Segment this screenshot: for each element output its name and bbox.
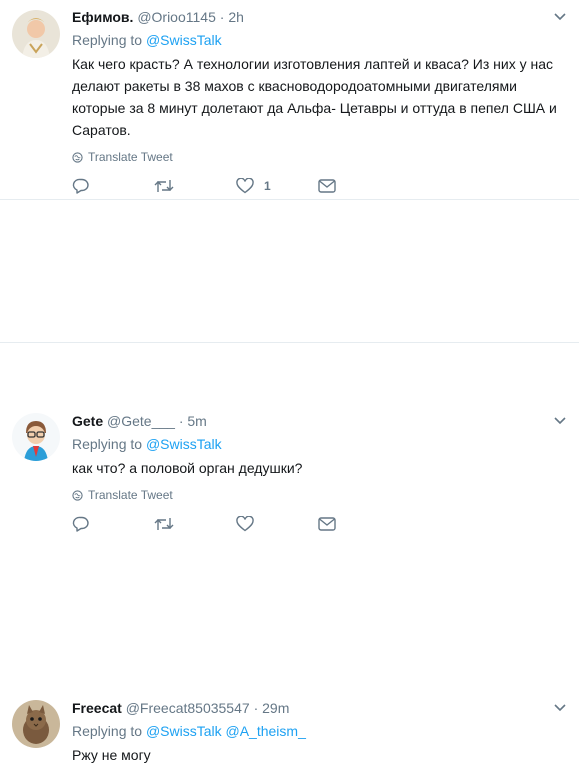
retweet-button[interactable] xyxy=(154,516,236,532)
reply-button[interactable] xyxy=(72,516,154,532)
reply-button[interactable] xyxy=(72,178,154,194)
replying-to: Replying to @SwissTalk xyxy=(72,435,567,453)
heart-icon xyxy=(236,178,254,194)
replying-to: Replying to @SwissTalk @A_theism_ xyxy=(72,722,567,740)
tweet-actions xyxy=(72,514,567,534)
tweet-text: Ржу не могу xyxy=(72,747,151,763)
tweet-actions: 1 xyxy=(72,176,567,196)
globe-icon xyxy=(72,151,83,163)
tweet-content: Ефимов. @Orioo1145 · 2h Replying to @Swi… xyxy=(72,8,567,196)
timestamp[interactable]: 29m xyxy=(262,700,289,716)
separator-dot: · xyxy=(253,700,259,716)
envelope-icon xyxy=(318,179,336,193)
tweet-content: Freecat @Freecat85035547 · 29m Replying … xyxy=(72,699,567,766)
tweet-header: Ефимов. @Orioo1145 · 2h xyxy=(72,8,567,26)
replying-prefix: Replying to xyxy=(72,436,143,452)
globe-icon xyxy=(72,489,83,501)
tweet-text: Как чего красть? А технологии изготовлен… xyxy=(72,56,557,138)
mention-link[interactable]: @SwissTalk xyxy=(146,723,222,739)
tweet[interactable]: Gete @Gete___ · 5m Replying to @SwissTal… xyxy=(0,200,579,532)
tweet-header: Freecat @Freecat85035547 · 29m xyxy=(72,699,567,717)
mention-link[interactable]: @SwissTalk xyxy=(146,32,222,48)
display-name[interactable]: Ефимов. xyxy=(72,9,133,25)
tweet-text: как что? а половой орган дедушки? xyxy=(72,460,303,476)
replying-to: Replying to @SwissTalk xyxy=(72,31,567,49)
like-button[interactable] xyxy=(236,516,318,532)
direct-message-button[interactable] xyxy=(318,179,358,193)
direct-message-button[interactable] xyxy=(318,517,358,531)
translate-label: Translate Tweet xyxy=(88,150,173,164)
tweet[interactable]: Ефимов. @Orioo1145 · 2h Replying to @Swi… xyxy=(0,0,579,200)
retweet-icon xyxy=(154,518,174,530)
heart-icon xyxy=(236,516,254,532)
replying-prefix: Replying to xyxy=(72,32,143,48)
envelope-icon xyxy=(318,517,336,531)
reply-icon xyxy=(72,178,89,194)
tweet[interactable]: Freecat @Freecat85035547 · 29m Replying … xyxy=(0,343,579,763)
separator-dot: · xyxy=(219,9,225,25)
avatar[interactable] xyxy=(12,10,60,58)
replying-prefix: Replying to xyxy=(72,723,143,739)
retweet-button[interactable] xyxy=(154,178,236,194)
display-name[interactable]: Freecat xyxy=(72,700,122,716)
translate-tweet-link[interactable]: Translate Tweet xyxy=(72,488,567,502)
like-count: 1 xyxy=(264,179,271,193)
retweet-icon xyxy=(154,180,174,192)
mention-link[interactable]: @A_theism_ xyxy=(226,723,306,739)
avatar[interactable] xyxy=(12,700,60,748)
timeline: Ефимов. @Orioo1145 · 2h Replying to @Swi… xyxy=(0,0,579,763)
user-handle[interactable]: @Orioo1145 xyxy=(137,9,216,25)
translate-label: Translate Tweet xyxy=(88,488,173,502)
translate-tweet-link[interactable]: Translate Tweet xyxy=(72,150,567,164)
timestamp[interactable]: 2h xyxy=(228,9,244,25)
like-button[interactable]: 1 xyxy=(236,178,318,194)
reply-icon xyxy=(72,516,89,532)
mention-link[interactable]: @SwissTalk xyxy=(146,436,222,452)
user-handle[interactable]: @Freecat85035547 xyxy=(126,700,250,716)
